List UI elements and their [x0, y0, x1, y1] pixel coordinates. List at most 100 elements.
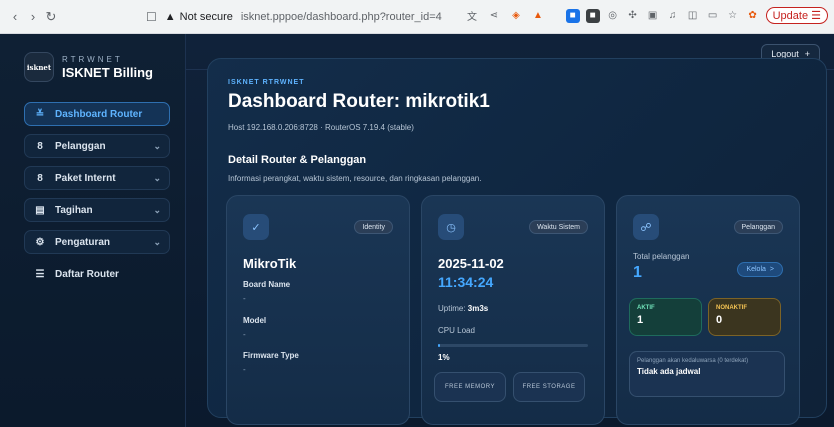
router-identity: MikroTik [243, 256, 297, 271]
page-title: Dashboard Router: mikrotik1 [228, 91, 490, 112]
shield-icon[interactable]: ◈ [509, 8, 523, 22]
rewards-icon[interactable]: ▲ [531, 8, 545, 22]
extension-icon[interactable]: ◎ [606, 9, 620, 23]
board-name-value: - [243, 294, 246, 303]
music-icon[interactable]: ♫ [666, 9, 680, 23]
chevron-left-icon[interactable]: ‹ [6, 7, 24, 27]
address-bar[interactable]: ▲ Not secure isknet.pppoe/dashboard.php?… [165, 6, 442, 28]
identity-card: ✓ Identity MikroTik Board Name - Model -… [226, 195, 410, 425]
share-icon[interactable]: ⋖ [487, 8, 501, 22]
reload-icon[interactable]: ↻ [42, 7, 60, 27]
chevron-down-icon: ⌄ [153, 140, 161, 151]
uptime: Uptime: 3m3s [438, 304, 488, 313]
sidebar-item-tagihan[interactable]: ▤ Tagihan ⌄ [24, 198, 170, 222]
extension-icon[interactable]: ■ [565, 8, 580, 23]
brand-logo: isknet [24, 52, 54, 82]
sidebar-item-label: Daftar Router [55, 268, 119, 280]
browser-toolbar: ‹ › ↻ ☐ ▲ Not secure isknet.pppoe/dashbo… [0, 0, 834, 34]
manage-label: Kelola [746, 266, 766, 273]
model-value: - [243, 330, 246, 339]
inactive-stat: NONAKTIF 0 [708, 298, 781, 336]
section-description: Informasi perangkat, waktu sistem, resou… [228, 174, 482, 183]
total-customers-label: Total pelanggan [633, 252, 690, 261]
extensions-bar: ■ ■ ◎ ✣ ▣ ♫ ◫ ▭ ☆ ✿ Update ☰ [565, 7, 828, 24]
sidebar-menu: ≚ Dashboard Router 8 Pelanggan ⌄ 8 Paket Inter… [24, 102, 170, 294]
firmware-type-label: Firmware Type [243, 351, 299, 360]
puzzle-icon[interactable]: ✣ [626, 9, 640, 23]
active-stat: AKTIF 1 [629, 298, 702, 336]
translate-icon[interactable]: 文 [465, 8, 479, 23]
sidebar-item-daftar-router[interactable]: ☰ Daftar Router [24, 262, 170, 286]
host-info: Host 192.168.0.206:8728 · RouterOS 7.19.… [228, 123, 414, 132]
board-name-label: Board Name [243, 280, 291, 289]
model-label: Model [243, 316, 267, 325]
brand-title: ISKNET Billing [62, 64, 153, 80]
brand[interactable]: isknet RTRWNET ISKNET Billing [24, 52, 153, 82]
chevron-down-icon: ⌄ [153, 172, 161, 183]
security-label: Not secure [179, 10, 233, 23]
sidebar-item-dashboard-router[interactable]: ≚ Dashboard Router [24, 102, 170, 126]
tab-icon[interactable]: ▭ [706, 9, 720, 23]
dashboard-panel: ISKNET RTRWNET Dashboard Router: mikroti… [207, 58, 827, 425]
customers-card: ☍ Pelanggan Total pelanggan 1 Kelola > A… [616, 195, 800, 425]
address-actions: 文 ⋖ ◈ ▲ [465, 8, 545, 23]
list-icon: ☰ [35, 268, 45, 280]
active-label: AKTIF [637, 305, 655, 311]
chevron-right-icon: > [769, 266, 774, 273]
identity-pill: Identity [354, 220, 393, 234]
customers-pill: Pelanggan [733, 220, 783, 234]
router-icon: ≚ [35, 108, 45, 120]
extension-icon[interactable]: ■ [585, 8, 600, 23]
firmware-type-value: - [243, 365, 246, 374]
sidebar-item-label: Dashboard Router [55, 108, 143, 120]
time-pill: Waktu Sistem [529, 220, 588, 234]
package-icon: 8 [37, 172, 43, 184]
free-memory-box: FREE MEMORY [434, 372, 506, 402]
cpu-load-value: 1% [438, 353, 450, 362]
bookmarks-icon[interactable]: ☆ [726, 9, 740, 23]
expiring-customers-box: Pelanggan akan kedaluwarsa (0 terdekat) … [629, 351, 785, 397]
update-button[interactable]: Update ☰ [765, 7, 828, 24]
cpu-load-fill [438, 344, 440, 347]
sidebar-item-paket-internt[interactable]: 8 Paket Internt ⌄ [24, 166, 170, 190]
section-title: Detail Router & Pelanggan [228, 154, 367, 166]
sidebar-item-pelanggan[interactable]: 8 Pelanggan ⌄ [24, 134, 170, 158]
inactive-label: NONAKTIF [716, 305, 747, 311]
total-customers-value: 1 [633, 264, 642, 281]
sidebar-item-label: Pelanggan [55, 140, 106, 152]
uptime-label: Uptime: [438, 304, 466, 313]
chevron-right-icon[interactable]: › [24, 7, 42, 27]
system-date: 2025-11-02 [438, 256, 504, 271]
user-icon: 8 [37, 140, 43, 152]
expiring-label: Pelanggan akan kedaluwarsa (0 terdekat) [637, 358, 749, 364]
sidebar-icon[interactable]: ◫ [686, 9, 700, 23]
system-time: 11:34:24 [438, 274, 494, 290]
gear-icon: ⚙ [35, 236, 45, 248]
active-value: 1 [637, 314, 644, 326]
screenshot-icon[interactable]: ▣ [646, 9, 660, 23]
invoice-icon: ▤ [35, 204, 45, 216]
breadcrumb: ISKNET RTRWNET [228, 79, 305, 86]
leo-icon[interactable]: ✿ [746, 9, 760, 23]
url-text[interactable]: isknet.pppoe/dashboard.php?router_id=4 [241, 11, 442, 23]
users-icon: ☍ [633, 214, 659, 240]
brand-subtitle: RTRWNET [62, 54, 123, 64]
clock-icon: ◷ [438, 214, 464, 240]
free-storage-box: FREE STORAGE [513, 372, 585, 402]
warning-icon: ▲ [164, 10, 176, 23]
check-icon: ✓ [243, 214, 269, 240]
cpu-load-bar [438, 344, 588, 347]
sidebar: isknet RTRWNET ISKNET Billing ≚ Dashboard… [0, 34, 186, 427]
system-time-card: ◷ Waktu Sistem 2025-11-02 11:34:24 Uptim… [421, 195, 605, 425]
expiring-value: Tidak ada jadwal [637, 367, 701, 376]
sidebar-item-label: Tagihan [55, 204, 93, 216]
sidebar-item-label: Paket Internt [55, 172, 116, 184]
uptime-value: 3m3s [467, 304, 489, 313]
sidebar-item-pengaturan[interactable]: ⚙ Pengaturan ⌄ [24, 230, 170, 254]
chevron-down-icon: ⌄ [153, 236, 161, 247]
manage-button[interactable]: Kelola > [737, 262, 783, 277]
inactive-value: 0 [716, 314, 723, 326]
chevron-down-icon: ⌄ [153, 204, 161, 215]
sidebar-item-label: Pengaturan [55, 236, 111, 248]
bookmark-icon[interactable]: ☐ [146, 10, 157, 24]
